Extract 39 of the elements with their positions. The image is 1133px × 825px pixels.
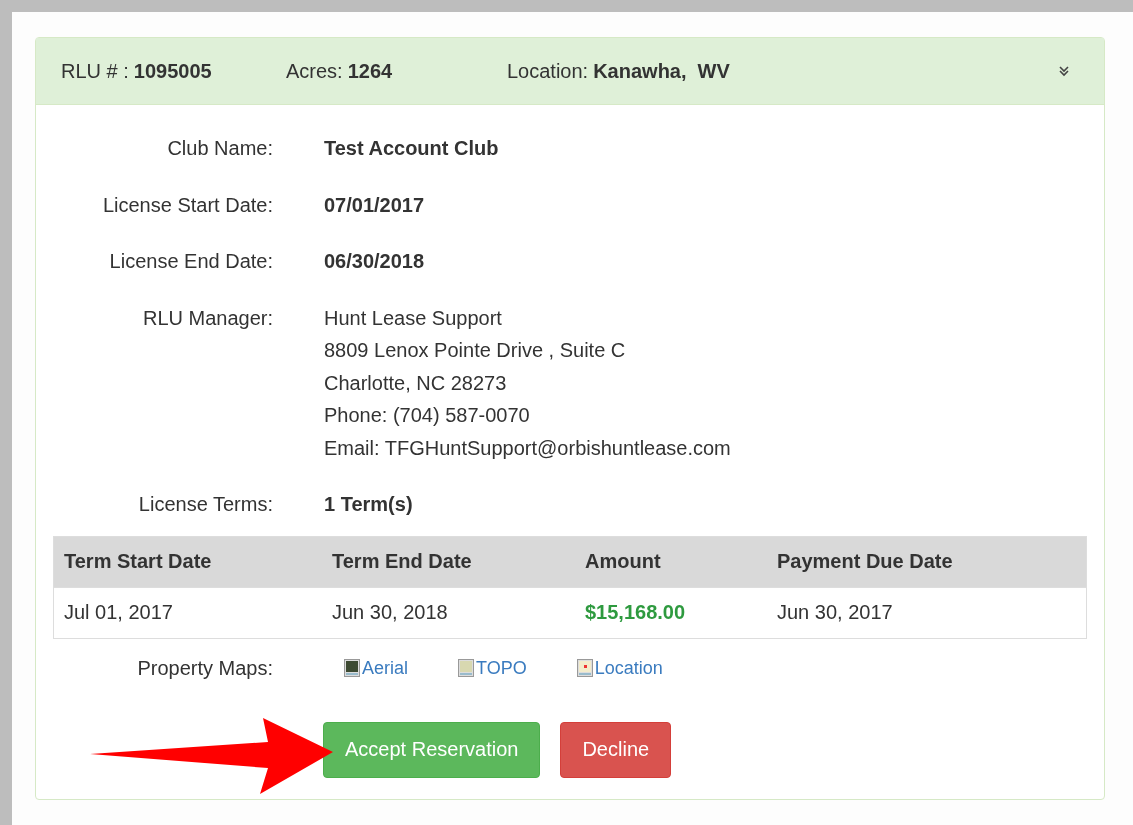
map-thumbnail-icon[interactable] (576, 659, 593, 677)
table-cell: $15,168.00 (575, 587, 767, 638)
header-label: Location: (507, 59, 589, 83)
map-link[interactable]: Location (594, 657, 663, 679)
field-label: License End Date: (108, 250, 273, 274)
header-label: Acres: (286, 59, 343, 83)
field-label: License Start Date: (101, 193, 273, 218)
table-cell: Jun 30, 2017 (767, 587, 1087, 638)
table-cell: Jun 30, 2018 (322, 587, 575, 638)
field-value: 1 Term(s) (324, 492, 413, 517)
map-thumbnail-icon[interactable] (458, 659, 475, 677)
field-label: RLU Manager: (141, 306, 273, 331)
header-value: WV (697, 59, 730, 83)
field-value: Test Account Club (324, 136, 499, 161)
field-label: Property Maps: (136, 656, 273, 680)
field-value: Hunt Lease Support (324, 305, 503, 331)
header-value: 1095005 (133, 59, 212, 83)
chevron-down-icon[interactable] (1058, 65, 1070, 77)
header-value: 1264 (347, 59, 393, 83)
decline-button[interactable]: Decline (560, 721, 672, 778)
map-thumbnail-icon[interactable] (344, 659, 360, 677)
field-value: Email: TFGHuntSupport@orbishuntlease.com (324, 435, 731, 461)
field-value: 07/01/2017 (324, 192, 425, 218)
field-label: Club Name: (166, 137, 273, 161)
column-header: Amount (575, 536, 767, 587)
table-cell: Jul 01, 2017 (53, 587, 322, 638)
column-header: Term End Date (322, 536, 575, 587)
field-value: 8809 Lenox Pointe Drive , Suite C (324, 338, 627, 363)
field-value: Phone: (704) 587-0070 (324, 403, 531, 428)
field-label: License Terms: (137, 493, 273, 517)
map-link[interactable]: TOPO (476, 657, 527, 679)
map-link[interactable]: Aerial (362, 657, 409, 679)
header-label: RLU # : (61, 59, 129, 83)
accept-button[interactable]: Accept Reservation (323, 721, 541, 778)
field-value: 06/30/2018 (324, 249, 425, 274)
field-value: Charlotte, NC 28273 (324, 370, 508, 396)
column-header: Payment Due Date (767, 536, 1087, 587)
header-value: Kanawha, (593, 59, 687, 83)
column-header: Term Start Date (53, 536, 322, 587)
